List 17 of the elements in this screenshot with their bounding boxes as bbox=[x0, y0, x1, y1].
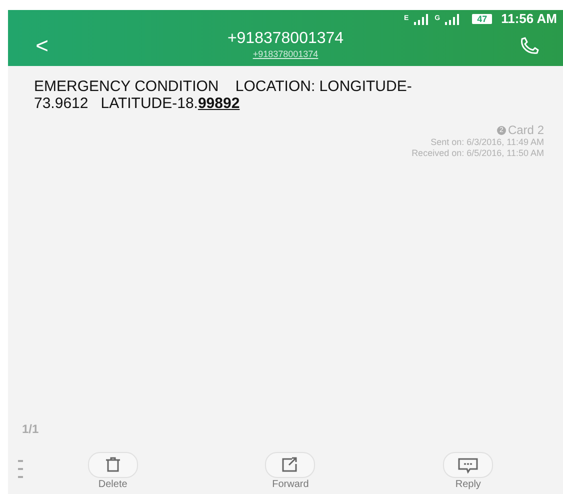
reply-button[interactable]: Reply bbox=[433, 452, 504, 492]
signal-icon bbox=[445, 14, 462, 24]
more-options-icon[interactable] bbox=[18, 460, 24, 480]
contact-number-link[interactable]: +918378001374 bbox=[252, 48, 318, 62]
page-counter: 1/1 bbox=[22, 421, 40, 438]
signal-icon bbox=[414, 14, 430, 24]
sim-card-label: Card 2 bbox=[508, 124, 544, 137]
clock: 11:56 AM bbox=[501, 10, 557, 28]
received-time: Received on: 6/5/2016, 11:50 AM bbox=[412, 148, 544, 159]
back-button[interactable]: < bbox=[32, 35, 52, 57]
phone-icon[interactable] bbox=[519, 37, 539, 55]
message-text: EMERGENCY CONDITION LOCATION: LONGITUDE-73.9612 LATITUDE-18.99892 bbox=[34, 78, 413, 112]
sent-time: Sent on: 6/3/2016, 11:49 AM bbox=[430, 137, 544, 148]
delete-button[interactable]: Delete bbox=[78, 452, 148, 492]
contact-number: +918378001374 bbox=[227, 30, 344, 48]
forward-button[interactable]: Forward bbox=[255, 452, 326, 492]
battery-level: 47 bbox=[472, 14, 492, 24]
